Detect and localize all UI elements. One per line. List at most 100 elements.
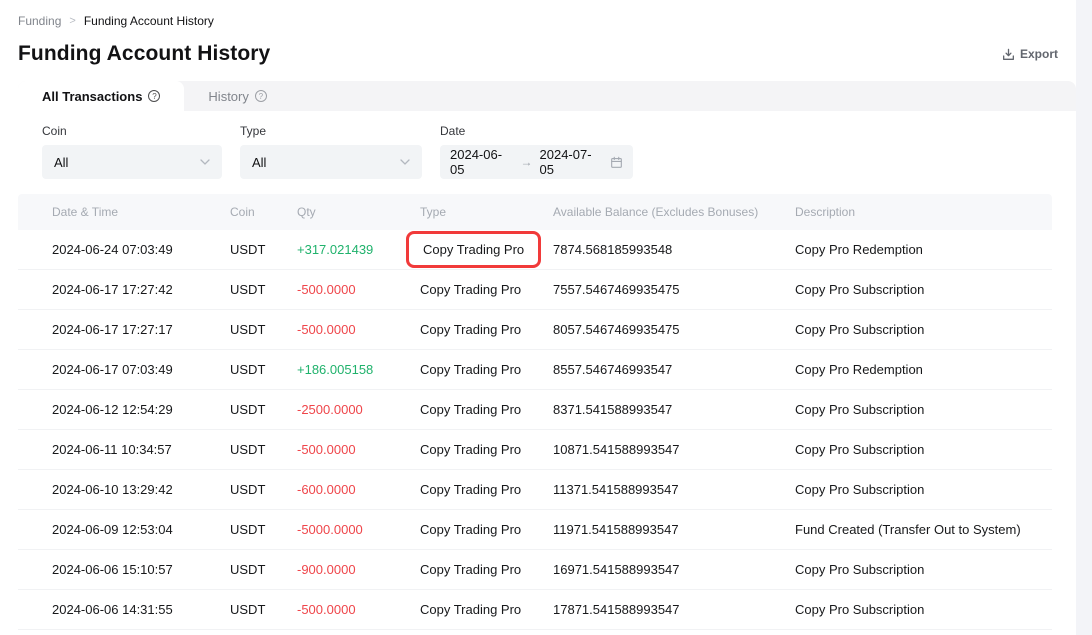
help-icon[interactable]: ? (148, 90, 160, 102)
column-header-datetime: Date & Time (52, 205, 230, 219)
column-header-type: Type (420, 205, 553, 219)
cell-type: Copy Trading Pro (420, 362, 553, 377)
download-icon (1002, 48, 1015, 61)
cell-coin: USDT (230, 242, 297, 257)
cell-qty: -500.0000 (297, 442, 420, 457)
type-filter-label: Type (240, 124, 422, 138)
cell-qty: -5000.0000 (297, 522, 420, 537)
tab-all-transactions[interactable]: All Transactions ? (18, 81, 184, 111)
table-row: 2024-06-11 10:34:57 USDT -500.0000 Copy … (18, 430, 1052, 470)
cell-balance: 8557.546746993547 (553, 362, 795, 377)
table-row: 2024-06-17 17:27:17 USDT -500.0000 Copy … (18, 310, 1052, 350)
cell-datetime: 2024-06-24 07:03:49 (52, 242, 230, 257)
cell-type: Copy Trading Pro (420, 562, 553, 577)
cell-description: Copy Pro Subscription (795, 562, 1052, 577)
cell-datetime: 2024-06-11 10:34:57 (52, 442, 230, 457)
cell-coin: USDT (230, 442, 297, 457)
cell-description: Copy Pro Subscription (795, 442, 1052, 457)
tab-all-transactions-label: All Transactions (42, 89, 142, 104)
cell-type: Copy Trading Pro (420, 522, 553, 537)
cell-coin: USDT (230, 282, 297, 297)
cell-description: Copy Pro Subscription (795, 282, 1052, 297)
cell-type: Copy Trading Pro (420, 282, 553, 297)
cell-description: Copy Pro Subscription (795, 482, 1052, 497)
breadcrumb-separator-icon: > (69, 15, 75, 27)
column-header-coin: Coin (230, 205, 297, 219)
help-icon[interactable]: ? (255, 90, 267, 102)
cell-type: Copy Trading Pro (420, 402, 553, 417)
export-button[interactable]: Export (1002, 47, 1058, 61)
type-value: Copy Trading Pro (420, 282, 521, 297)
column-header-description: Description (795, 205, 1052, 219)
cell-type: Copy Trading Pro (420, 442, 553, 457)
page-background-strip (1076, 0, 1092, 635)
type-value: Copy Trading Pro (420, 322, 521, 337)
transactions-table: Date & Time Coin Qty Type Available Bala… (18, 194, 1052, 630)
cell-type: Copy Trading Pro (420, 322, 553, 337)
cell-balance: 7874.568185993548 (553, 242, 795, 257)
chevron-down-icon (200, 159, 210, 165)
cell-description: Copy Pro Subscription (795, 602, 1052, 617)
type-value: Copy Trading Pro (420, 442, 521, 457)
breadcrumb-current: Funding Account History (84, 14, 214, 28)
cell-balance: 7557.5467469935475 (553, 282, 795, 297)
column-header-qty: Qty (297, 205, 420, 219)
cell-qty: -2500.0000 (297, 402, 420, 417)
cell-balance: 17871.541588993547 (553, 602, 795, 617)
table-row: 2024-06-24 07:03:49 USDT +317.021439 Cop… (18, 230, 1052, 270)
title-bar: Funding Account History Export (0, 28, 1076, 81)
coin-select[interactable]: All (42, 145, 222, 179)
cell-balance: 11371.541588993547 (553, 482, 795, 497)
cell-balance: 10871.541588993547 (553, 442, 795, 457)
chevron-down-icon (400, 159, 410, 165)
cell-datetime: 2024-06-10 13:29:42 (52, 482, 230, 497)
table-row: 2024-06-06 14:31:55 USDT -500.0000 Copy … (18, 590, 1052, 630)
cell-qty: -900.0000 (297, 562, 420, 577)
page-title: Funding Account History (18, 42, 270, 66)
date-start-value[interactable]: 2024-06-05 (450, 147, 514, 177)
type-select[interactable]: All (240, 145, 422, 179)
cell-coin: USDT (230, 602, 297, 617)
cell-balance: 8371.541588993547 (553, 402, 795, 417)
table-row: 2024-06-12 12:54:29 USDT -2500.0000 Copy… (18, 390, 1052, 430)
cell-qty: +186.005158 (297, 362, 420, 377)
cell-coin: USDT (230, 482, 297, 497)
cell-coin: USDT (230, 402, 297, 417)
type-value: Copy Trading Pro (420, 602, 521, 617)
table-row: 2024-06-09 12:53:04 USDT -5000.0000 Copy… (18, 510, 1052, 550)
table-row: 2024-06-17 07:03:49 USDT +186.005158 Cop… (18, 350, 1052, 390)
cell-qty: -600.0000 (297, 482, 420, 497)
breadcrumb-funding[interactable]: Funding (18, 14, 61, 28)
type-value: Copy Trading Pro (420, 482, 521, 497)
date-end-value[interactable]: 2024-07-05 (540, 147, 604, 177)
coin-select-value: All (54, 155, 68, 170)
cell-datetime: 2024-06-17 07:03:49 (52, 362, 230, 377)
cell-type: Copy Trading Pro (420, 482, 553, 497)
table-header-row: Date & Time Coin Qty Type Available Bala… (18, 194, 1052, 230)
date-range-picker[interactable]: 2024-06-05 → 2024-07-05 (440, 145, 633, 179)
cell-type: Copy Trading Pro (420, 602, 553, 617)
funding-history-page: Funding > Funding Account History Fundin… (0, 0, 1076, 630)
date-filter-label: Date (440, 124, 633, 138)
tab-history[interactable]: History ? (184, 81, 290, 111)
cell-qty: -500.0000 (297, 282, 420, 297)
calendar-icon[interactable] (610, 156, 623, 169)
coin-filter-label: Coin (42, 124, 222, 138)
tab-bar: All Transactions ? History ? (18, 81, 1076, 111)
tab-history-label: History (208, 89, 248, 104)
cell-balance: 8057.5467469935475 (553, 322, 795, 337)
arrow-right-icon: → (521, 155, 533, 169)
cell-description: Copy Pro Subscription (795, 402, 1052, 417)
export-label: Export (1020, 47, 1058, 61)
annotation-highlight-box: Copy Trading Pro (406, 231, 541, 268)
table-row: 2024-06-10 13:29:42 USDT -600.0000 Copy … (18, 470, 1052, 510)
cell-description: Fund Created (Transfer Out to System) (795, 522, 1052, 537)
coin-filter: Coin All (42, 124, 222, 179)
type-value: Copy Trading Pro (420, 362, 521, 377)
table-row: 2024-06-06 15:10:57 USDT -900.0000 Copy … (18, 550, 1052, 590)
cell-datetime: 2024-06-09 12:53:04 (52, 522, 230, 537)
type-value: Copy Trading Pro (420, 522, 521, 537)
cell-coin: USDT (230, 522, 297, 537)
cell-description: Copy Pro Redemption (795, 242, 1052, 257)
cell-datetime: 2024-06-17 17:27:17 (52, 322, 230, 337)
